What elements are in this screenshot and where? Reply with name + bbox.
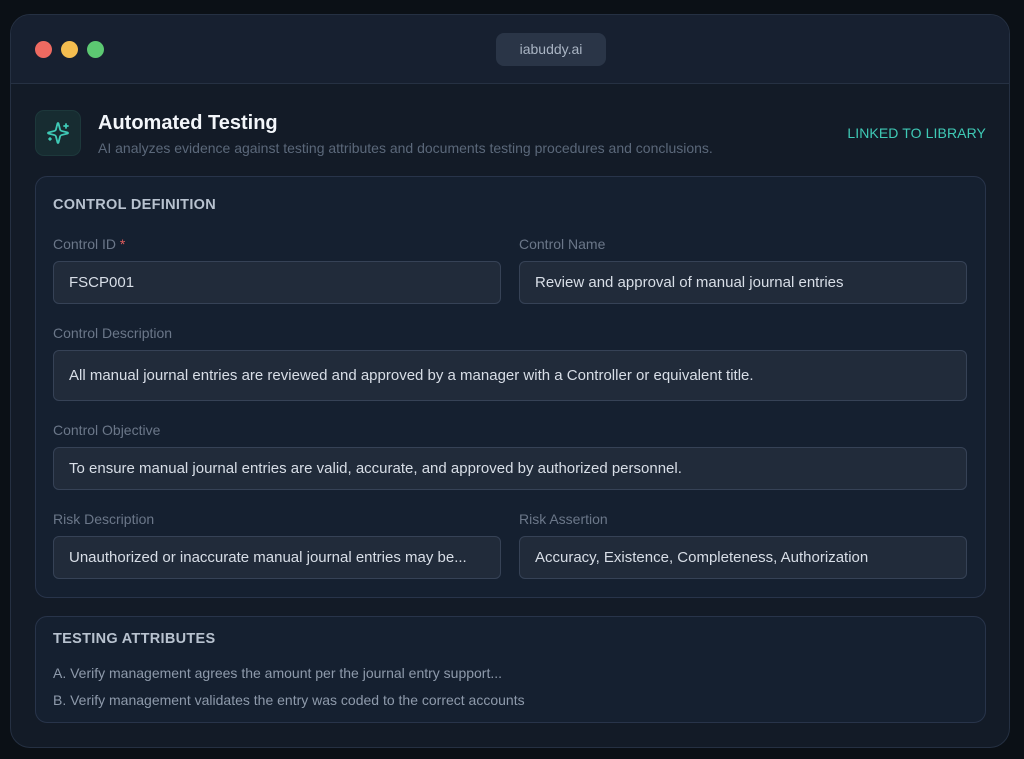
minimize-window-button[interactable] xyxy=(61,41,78,58)
risk-assertion-input[interactable] xyxy=(519,536,967,579)
control-id-label: Control ID * xyxy=(53,235,125,253)
control-name-label: Control Name xyxy=(519,236,606,252)
page-subtitle: AI analyzes evidence against testing att… xyxy=(98,140,713,156)
control-id-input[interactable] xyxy=(53,261,501,304)
address-bar-url: iabuddy.ai xyxy=(519,41,583,57)
control-definition-heading: CONTROL DEFINITION xyxy=(53,197,217,213)
testing-attributes-card: TESTING ATTRIBUTES A. Verify management … xyxy=(35,616,986,723)
address-bar[interactable]: iabuddy.ai xyxy=(496,33,606,66)
testing-attributes-heading: TESTING ATTRIBUTES xyxy=(53,631,216,647)
risk-assertion-label: Risk Assertion xyxy=(519,511,608,527)
required-marker: * xyxy=(119,236,126,252)
control-description-label: Control Description xyxy=(53,325,173,341)
app-window: iabuddy.ai Automated Testing AI analyzes… xyxy=(10,14,1010,748)
main-content: Automated Testing AI analyzes evidence a… xyxy=(11,84,1009,747)
control-definition-card: CONTROL DEFINITION Control ID * Control … xyxy=(35,176,986,598)
control-description-input[interactable] xyxy=(53,350,967,401)
sparkles-icon xyxy=(35,110,81,156)
testing-attribute-item: B. Verify management validates the entry… xyxy=(53,692,525,708)
risk-description-label: Risk Description xyxy=(53,511,155,527)
library-link-status[interactable]: LINKED TO LIBRARY xyxy=(847,124,986,142)
title-bar: iabuddy.ai xyxy=(11,15,1009,84)
testing-attribute-item: A. Verify management agrees the amount p… xyxy=(53,665,503,681)
control-id-label-text: Control ID xyxy=(53,236,117,252)
maximize-window-button[interactable] xyxy=(87,41,104,58)
risk-description-input[interactable] xyxy=(53,536,501,579)
close-window-button[interactable] xyxy=(35,41,52,58)
control-objective-input[interactable] xyxy=(53,447,967,490)
page-title: Automated Testing xyxy=(98,112,278,134)
control-objective-label: Control Objective xyxy=(53,422,161,438)
control-name-input[interactable] xyxy=(519,261,967,304)
